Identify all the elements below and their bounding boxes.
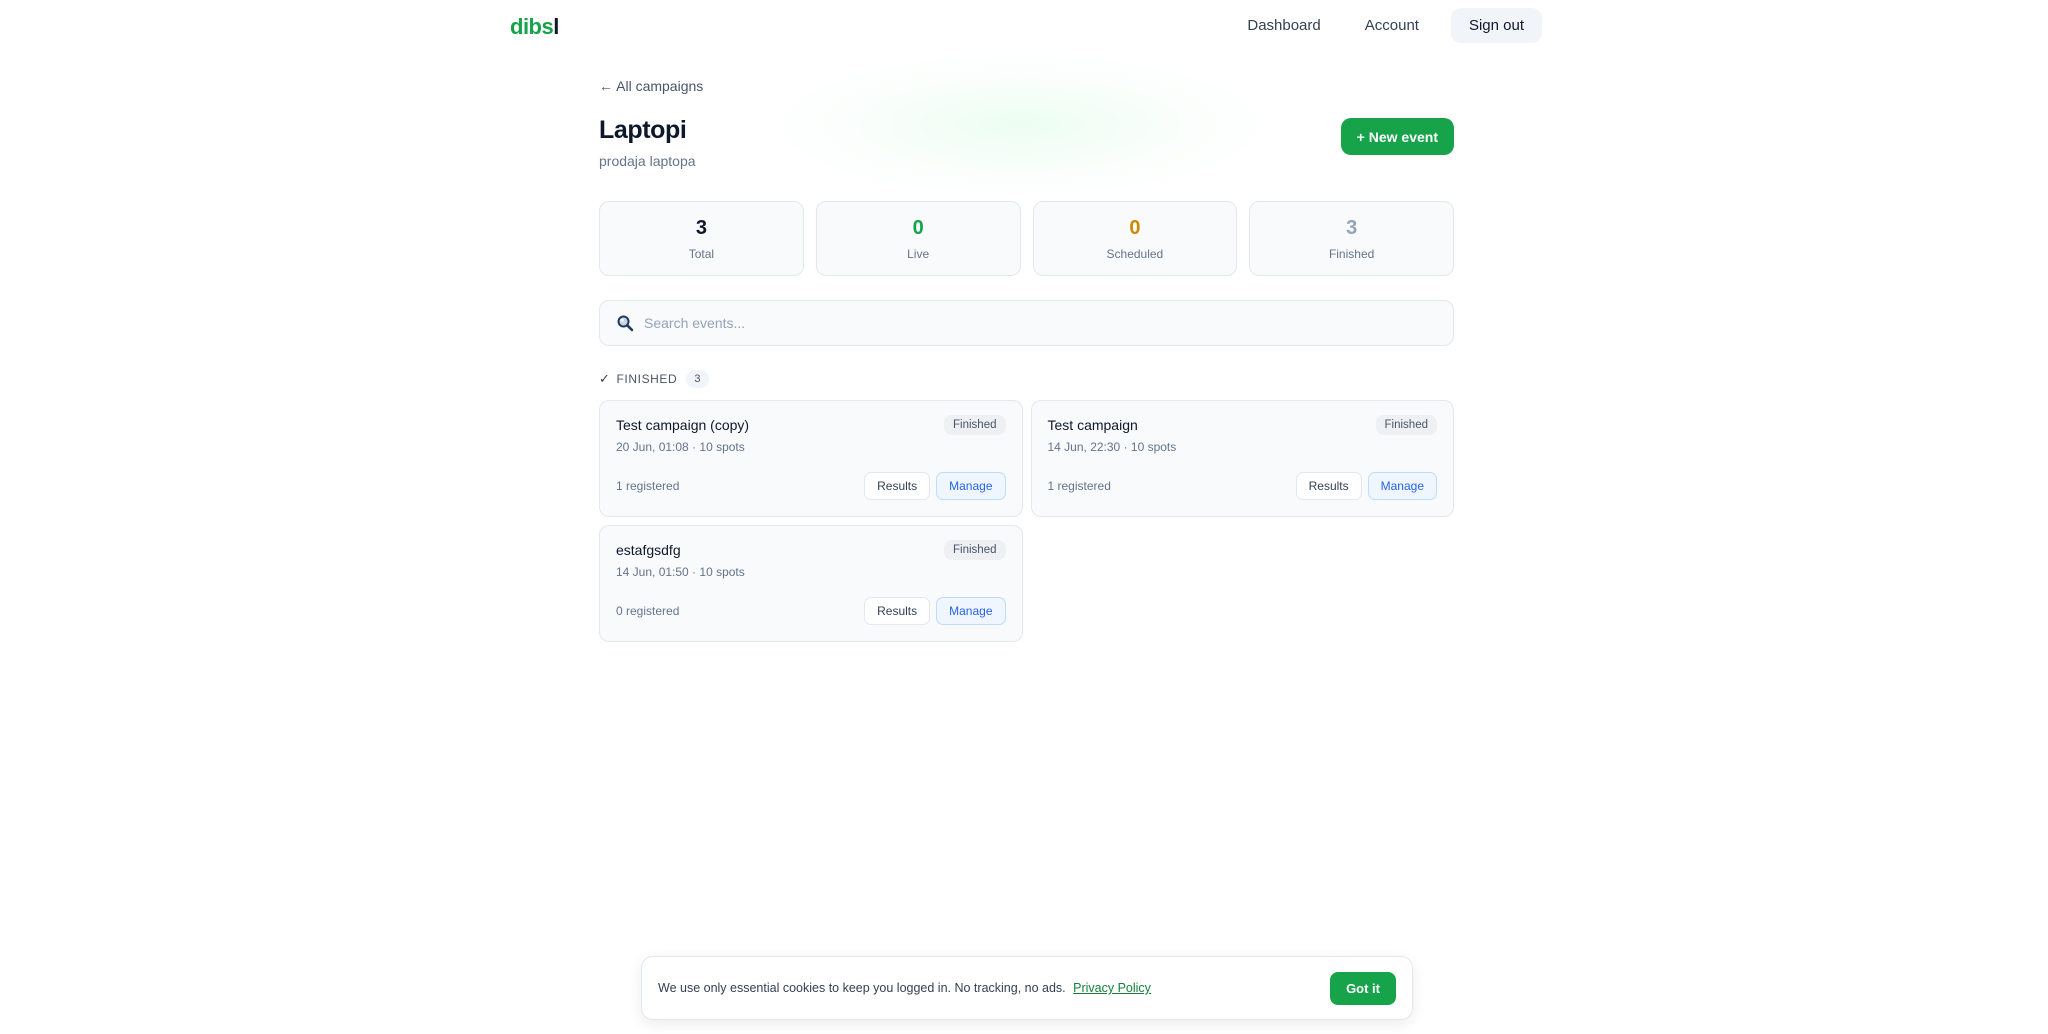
nav-account-link[interactable]: Account xyxy=(1347,8,1437,43)
event-actions: Results Manage xyxy=(1295,472,1437,500)
stat-value-total: 3 xyxy=(695,216,707,239)
logo[interactable]: dibsl xyxy=(510,14,559,40)
event-meta: 14 Jun, 01:50 · 10 spots xyxy=(616,565,745,579)
page-subtitle: prodaja laptopa xyxy=(599,153,696,169)
registered-count: 1 registered xyxy=(616,479,680,493)
page-title: Laptopi xyxy=(599,116,687,144)
section-header-finished: ✓ FINISHED 3 xyxy=(599,370,1454,388)
event-card: Test campaign (copy) 20 Jun, 01:08 · 10 … xyxy=(599,400,1023,517)
search-icon xyxy=(617,315,634,332)
event-actions: Results Manage xyxy=(864,472,1006,500)
event-footer: 1 registered Results Manage xyxy=(1047,472,1437,500)
stat-label-scheduled: Scheduled xyxy=(1106,246,1164,261)
back-to-campaigns-link[interactable]: ← All campaigns xyxy=(599,78,703,94)
registered-count: 1 registered xyxy=(1047,479,1111,493)
status-badge: Finished xyxy=(1375,415,1437,435)
privacy-policy-link[interactable]: Privacy Policy xyxy=(1073,981,1151,995)
event-footer: 1 registered Results Manage xyxy=(616,472,1006,500)
event-meta: 20 Jun, 01:08 · 10 spots xyxy=(616,440,745,454)
event-footer: 0 registered Results Manage xyxy=(616,597,1006,625)
event-card: Test campaign 14 Jun, 22:30 · 10 spots F… xyxy=(1030,400,1454,517)
manage-button[interactable]: Manage xyxy=(1367,472,1437,500)
manage-button[interactable]: Manage xyxy=(936,597,1006,625)
page-header: Laptopi prodaja laptopa + New event xyxy=(599,116,1454,169)
stat-label-total: Total xyxy=(688,246,715,261)
results-button[interactable]: Results xyxy=(864,597,931,625)
status-badge: Finished xyxy=(944,540,1006,560)
new-event-button[interactable]: + New event xyxy=(1340,118,1454,155)
stat-card-scheduled: 0 Scheduled xyxy=(1032,201,1238,276)
cookie-text: We use only essential cookies to keep yo… xyxy=(658,981,1066,995)
cookie-accept-button[interactable]: Got it xyxy=(1330,971,1396,1005)
nav-links: Dashboard Account Sign out xyxy=(1229,8,1542,43)
top-navigation: dibsl Dashboard Account Sign out xyxy=(0,0,2048,52)
cookie-message: We use only essential cookies to keep yo… xyxy=(658,981,1151,995)
stat-label-live: Live xyxy=(907,246,930,261)
logo-text-primary: dibs xyxy=(510,14,554,39)
event-card: estafgsdfg 14 Jun, 01:50 · 10 spots Fini… xyxy=(599,525,1023,642)
event-actions: Results Manage xyxy=(864,597,1006,625)
cookie-banner: We use only essential cookies to keep yo… xyxy=(641,956,1413,1020)
stat-value-scheduled: 0 xyxy=(1129,216,1141,239)
stat-value-finished: 3 xyxy=(1346,216,1358,239)
logo-text-secondary: l xyxy=(553,14,559,39)
search-box[interactable] xyxy=(599,300,1454,346)
check-icon: ✓ xyxy=(599,371,611,386)
section-label: FINISHED xyxy=(616,372,678,386)
event-meta: 14 Jun, 22:30 · 10 spots xyxy=(1047,440,1177,454)
stat-label-finished: Finished xyxy=(1328,246,1375,261)
stat-card-total: 3 Total xyxy=(599,201,804,276)
manage-button[interactable]: Manage xyxy=(936,472,1006,500)
stat-card-finished: 3 Finished xyxy=(1249,201,1454,276)
stats-row: 3 Total 0 Live 0 Scheduled 3 Finished xyxy=(599,201,1454,276)
events-grid: Test campaign (copy) 20 Jun, 01:08 · 10 … xyxy=(599,400,1454,642)
sign-out-button[interactable]: Sign out xyxy=(1450,8,1542,43)
stat-card-live: 0 Live xyxy=(815,201,1021,276)
nav-dashboard-link[interactable]: Dashboard xyxy=(1229,8,1338,43)
registered-count: 0 registered xyxy=(616,604,680,618)
stat-value-live: 0 xyxy=(912,216,924,239)
section-count-badge: 3 xyxy=(686,370,710,388)
search-input[interactable] xyxy=(644,315,1437,331)
title-block: Laptopi prodaja laptopa xyxy=(599,116,696,169)
results-button[interactable]: Results xyxy=(1295,472,1362,500)
results-button[interactable]: Results xyxy=(864,472,931,500)
status-badge: Finished xyxy=(944,415,1006,435)
main-content: ← All campaigns Laptopi prodaja laptopa … xyxy=(599,78,1454,642)
